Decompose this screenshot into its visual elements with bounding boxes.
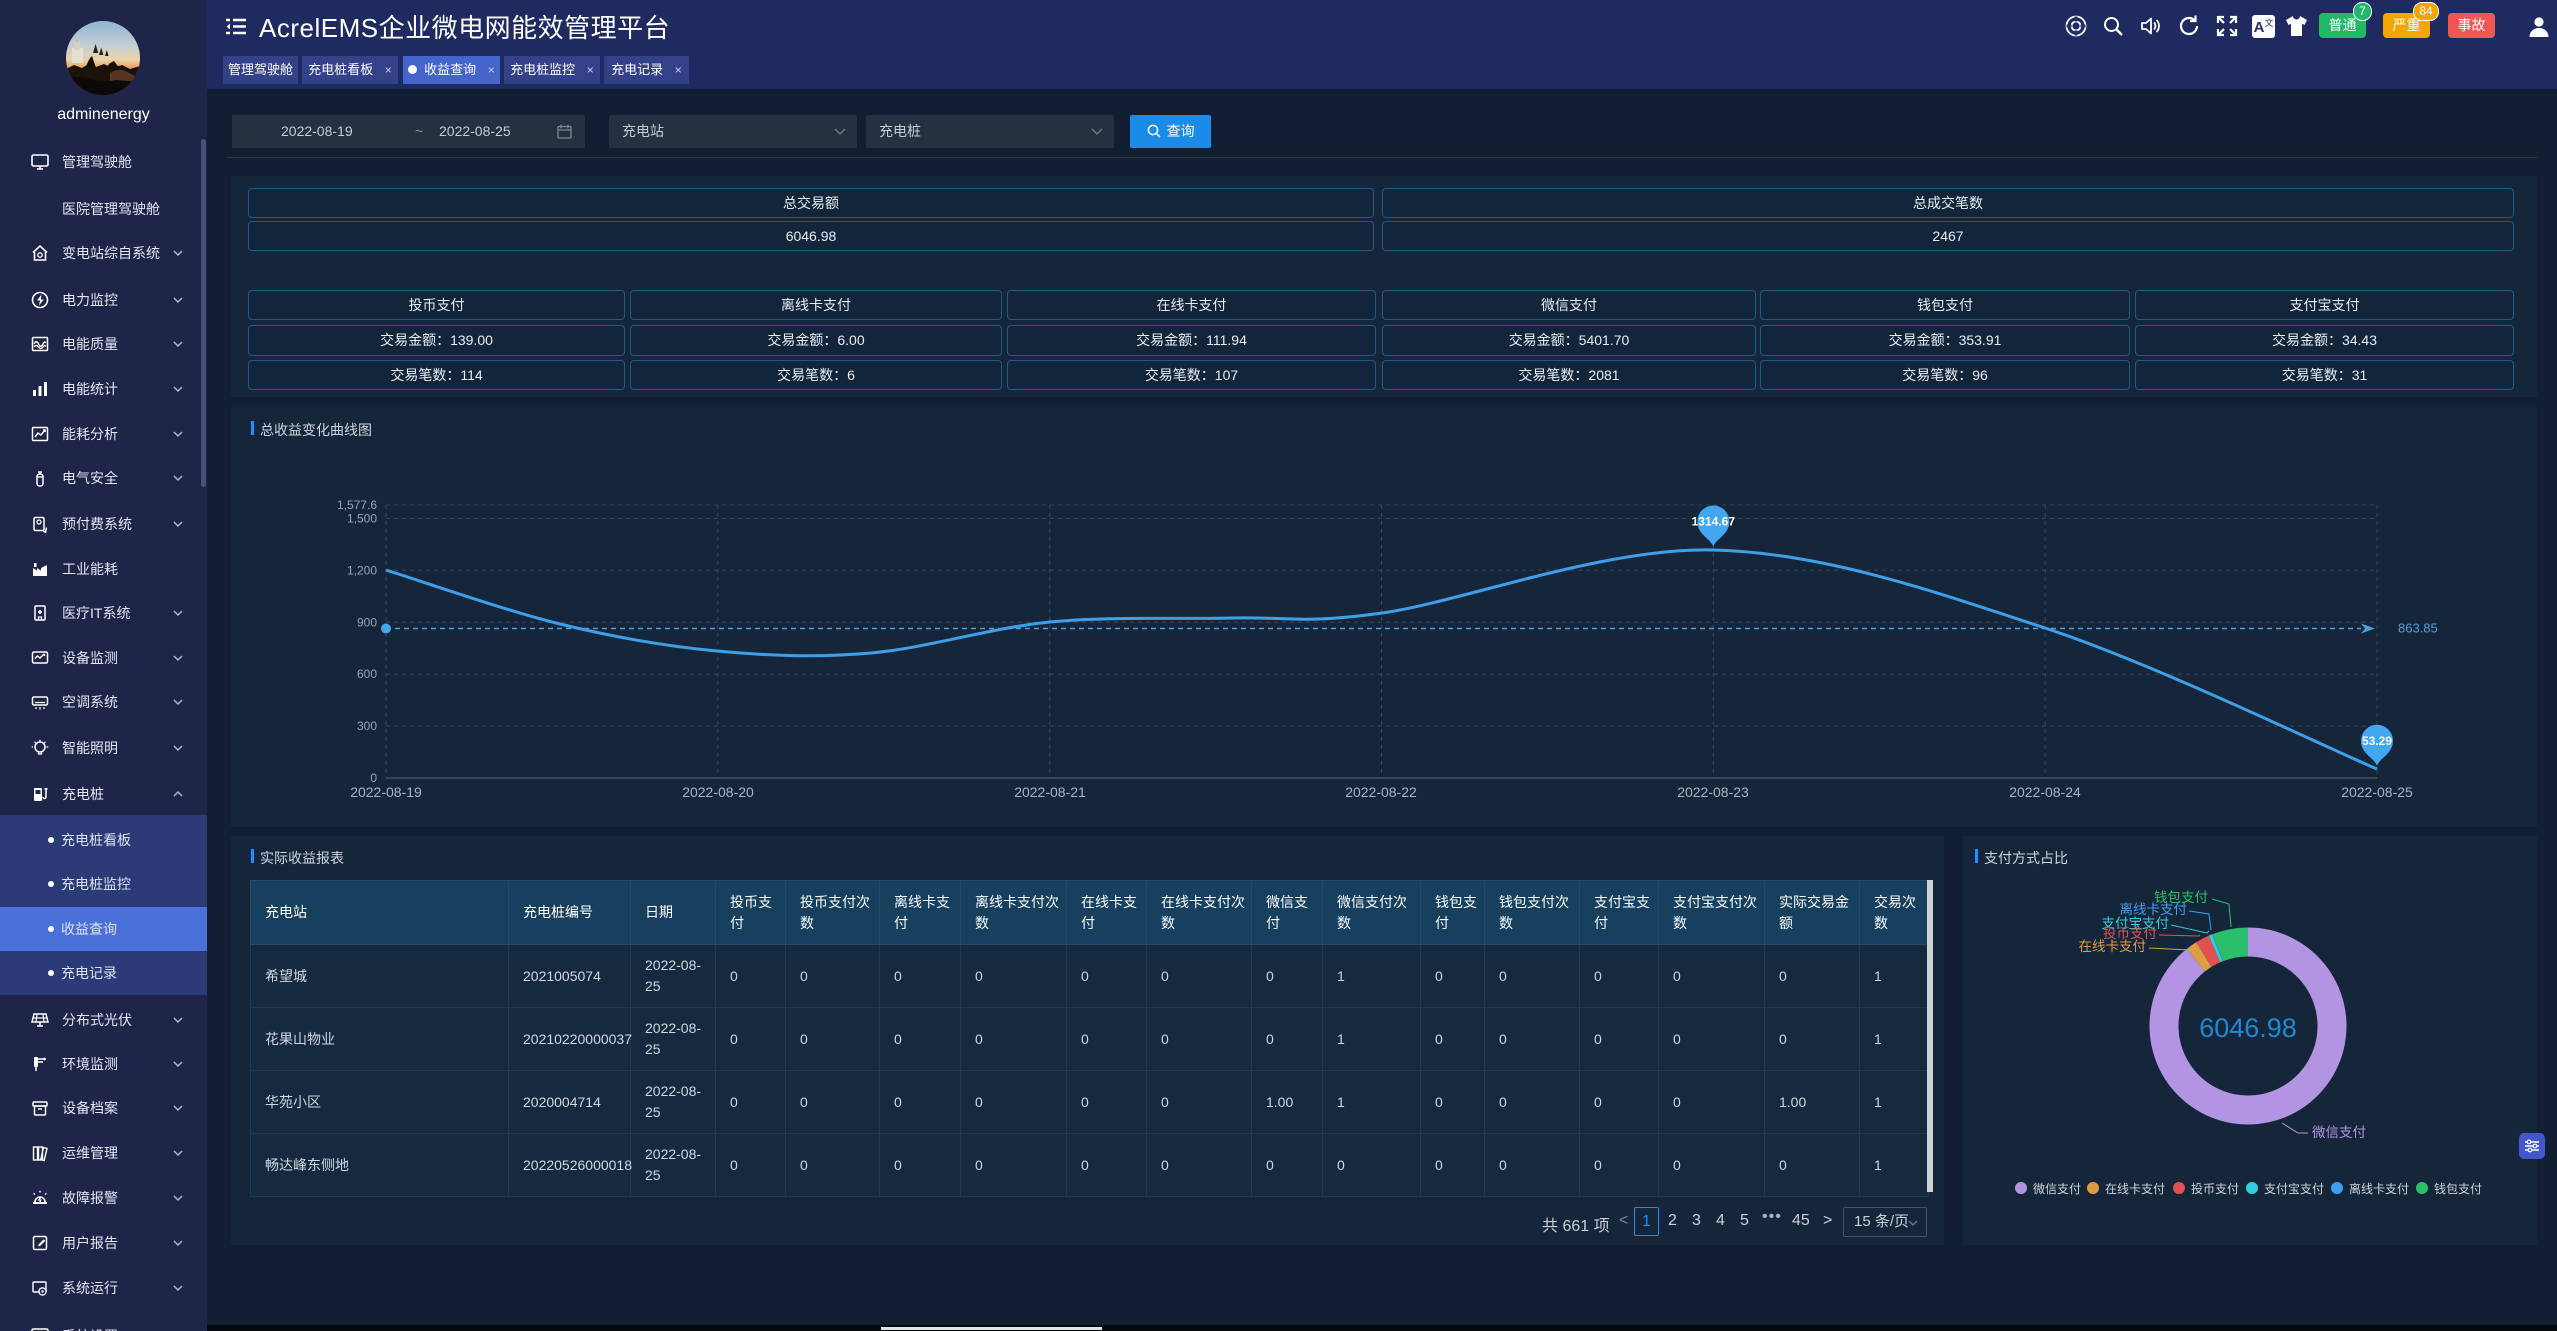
- svg-text:微信支付: 微信支付: [2312, 1125, 2366, 1140]
- svg-text:2022-08-22: 2022-08-22: [1345, 784, 1417, 800]
- svg-text:2022-08-21: 2022-08-21: [1014, 784, 1086, 800]
- svg-text:在线卡支付: 在线卡支付: [2079, 939, 2147, 954]
- svg-text:离线卡支付: 离线卡支付: [2349, 1181, 2409, 1196]
- svg-text:53.29: 53.29: [2362, 734, 2392, 748]
- svg-text:6046.98: 6046.98: [2199, 1013, 2297, 1043]
- svg-text:300: 300: [357, 719, 377, 733]
- svg-text:1314.67: 1314.67: [1692, 514, 1736, 528]
- svg-text:2022-08-23: 2022-08-23: [1677, 784, 1749, 800]
- svg-text:支付宝支付: 支付宝支付: [2264, 1182, 2324, 1196]
- svg-text:微信支付: 微信支付: [2033, 1182, 2081, 1196]
- svg-text:1,200: 1,200: [347, 563, 377, 577]
- svg-text:2022-08-20: 2022-08-20: [682, 784, 754, 800]
- svg-text:在线卡支付: 在线卡支付: [2105, 1182, 2165, 1196]
- svg-text:1,500: 1,500: [347, 511, 377, 525]
- svg-text:600: 600: [357, 667, 377, 681]
- svg-text:投币支付: 投币支付: [2191, 1181, 2239, 1196]
- svg-text:A: A: [2254, 19, 2265, 36]
- svg-text:离线卡支付: 离线卡支付: [2120, 901, 2188, 917]
- svg-text:文: 文: [2264, 17, 2273, 28]
- svg-text:钱包支付: 钱包支付: [2434, 1181, 2482, 1196]
- svg-text:0: 0: [370, 771, 377, 785]
- svg-text:2022-08-25: 2022-08-25: [2341, 784, 2413, 800]
- svg-text:2022-08-24: 2022-08-24: [2009, 784, 2081, 800]
- svg-text:2022-08-19: 2022-08-19: [350, 784, 422, 800]
- svg-text:1,577.6: 1,577.6: [337, 498, 377, 512]
- svg-text:863.85: 863.85: [2398, 621, 2438, 636]
- svg-text:900: 900: [357, 615, 377, 629]
